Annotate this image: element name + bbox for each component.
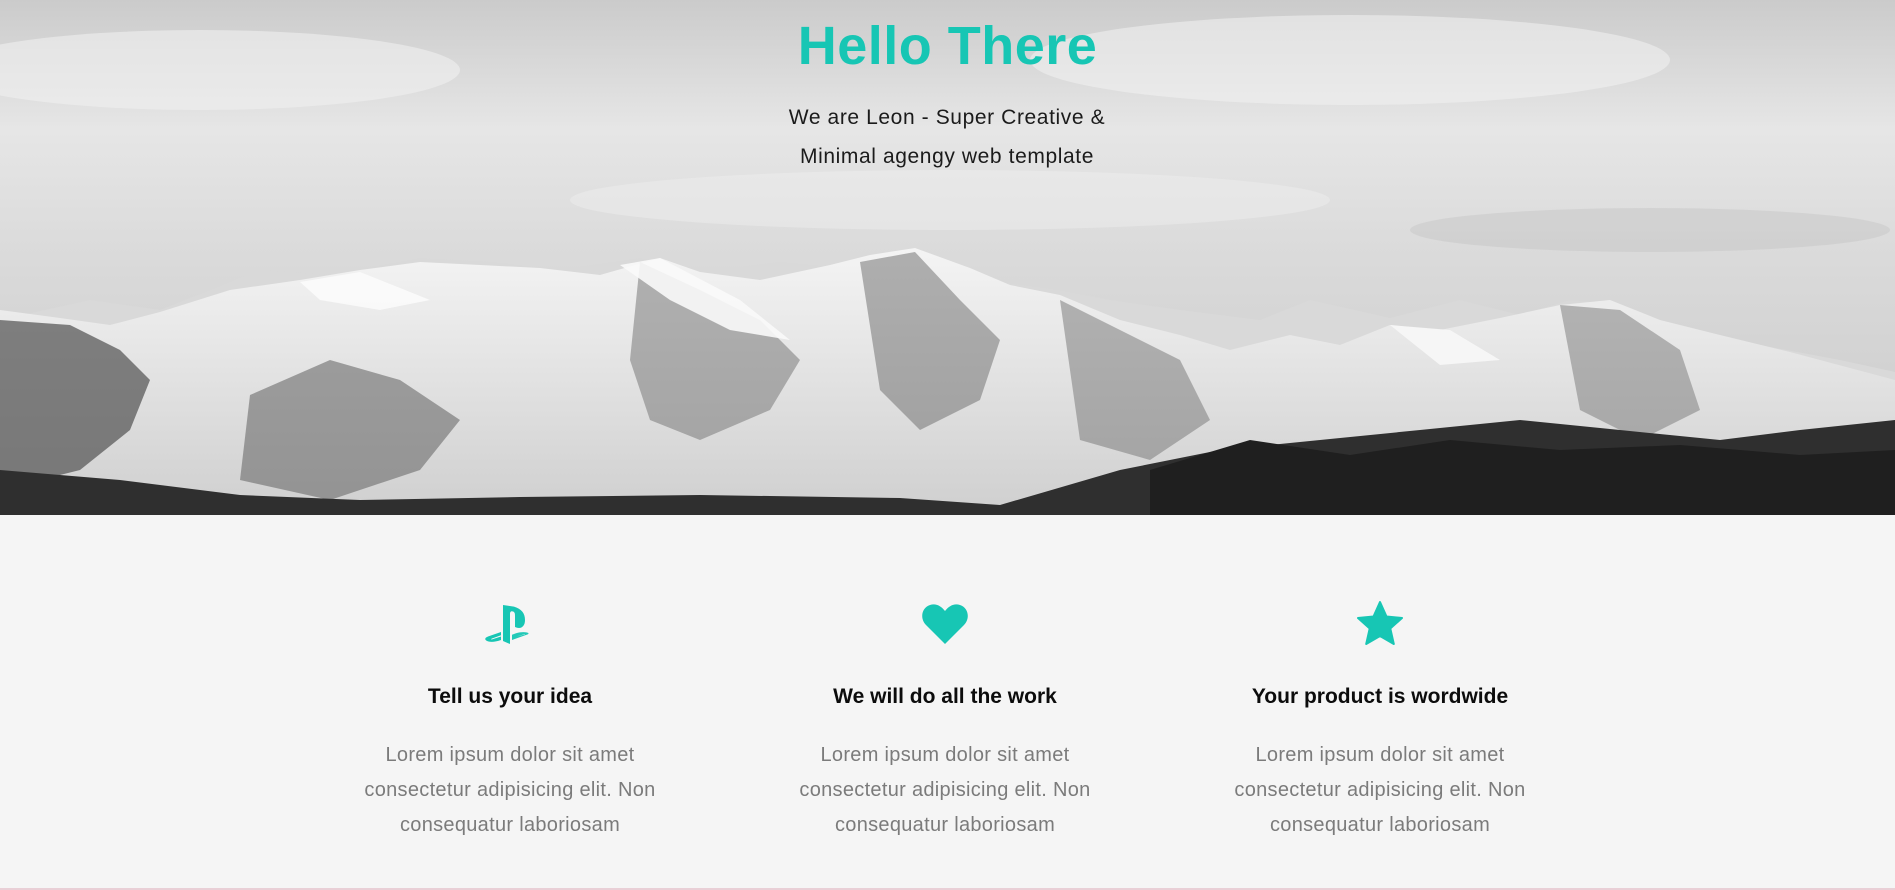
star-icon xyxy=(1350,599,1410,649)
feature-card-idea: Tell us your idea Lorem ipsum dolor sit … xyxy=(320,515,700,888)
feature-title: Tell us your idea xyxy=(427,685,593,708)
hero-subtitle: We are Leon - Super Creative & Minimal a… xyxy=(647,98,1247,176)
heart-icon xyxy=(915,599,975,649)
playstation-icon xyxy=(480,599,540,649)
feature-description: Lorem ipsum dolor sit amet consectetur a… xyxy=(364,744,656,836)
hero-subtitle-line-2: Minimal agengy web template xyxy=(799,145,1094,168)
hero-title: Hello There xyxy=(797,16,1098,76)
features-section: Tell us your idea Lorem ipsum dolor sit … xyxy=(0,515,1895,888)
feature-card-work: We will do all the work Lorem ipsum dolo… xyxy=(755,515,1135,888)
feature-description: Lorem ipsum dolor sit amet consectetur a… xyxy=(799,744,1091,836)
hero-section: Hello There We are Leon - Super Creative… xyxy=(0,0,1895,515)
feature-title: We will do all the work xyxy=(833,685,1057,708)
feature-card-product: Your product is wordwide Lorem ipsum dol… xyxy=(1190,515,1570,888)
landing-page: Hello There We are Leon - Super Creative… xyxy=(0,0,1895,890)
feature-title: Your product is wordwide xyxy=(1251,685,1509,708)
hero-subtitle-line-1: We are Leon - Super Creative & xyxy=(788,106,1106,129)
feature-description: Lorem ipsum dolor sit amet consectetur a… xyxy=(1234,744,1526,836)
